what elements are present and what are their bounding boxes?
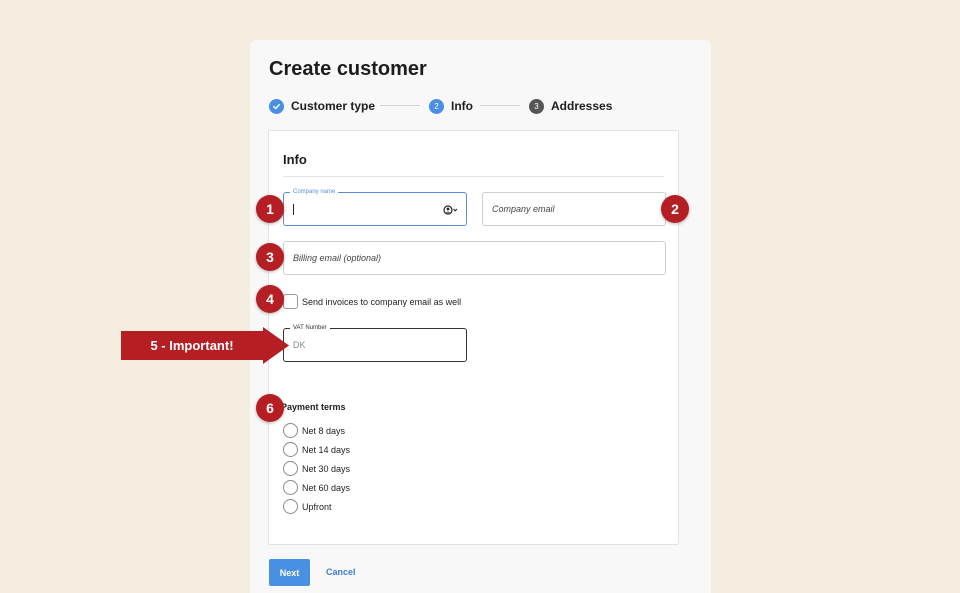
info-card: Info Company name Company email Billing … <box>268 130 679 545</box>
step-connector <box>380 105 420 106</box>
radio-button[interactable] <box>283 480 298 495</box>
billing-email-placeholder: Billing email (optional) <box>293 253 382 263</box>
vat-number-label: VAT Number <box>290 323 330 333</box>
payment-terms-title: Payment terms <box>281 402 346 412</box>
radio-button[interactable] <box>283 423 298 438</box>
payment-option-label: Net 60 days <box>302 482 351 493</box>
annotation-badge-6: 6 <box>256 394 284 422</box>
radio-button[interactable] <box>283 499 298 514</box>
divider <box>283 176 664 177</box>
payment-option-label: Upfront <box>302 501 332 512</box>
stepper: Customer type 2 Info 3 Addresses <box>269 98 689 114</box>
payment-option-label: Net 30 days <box>302 463 351 474</box>
send-invoices-option[interactable]: Send invoices to company email as well <box>283 294 461 309</box>
step-addresses[interactable]: 3 Addresses <box>529 98 612 114</box>
step-label: Addresses <box>551 99 613 113</box>
send-invoices-checkbox[interactable] <box>283 294 298 309</box>
step-label: Info <box>451 99 473 113</box>
step-customer-type[interactable]: Customer type <box>269 98 375 114</box>
step-number: 2 <box>429 98 444 114</box>
text-caret <box>293 204 294 215</box>
send-invoices-label: Send invoices to company email as well <box>302 296 462 307</box>
card-title: Info <box>283 152 307 167</box>
annotation-badge-3: 3 <box>256 243 284 271</box>
payment-option[interactable]: Net 30 days <box>283 461 350 476</box>
step-info[interactable]: 2 Info <box>429 98 473 114</box>
radio-button[interactable] <box>283 442 298 457</box>
payment-option[interactable]: Net 60 days <box>283 480 350 495</box>
payment-option-label: Net 8 days <box>302 425 346 436</box>
radio-button[interactable] <box>283 461 298 476</box>
cancel-button[interactable]: Cancel <box>326 559 356 586</box>
create-customer-modal: Create customer Customer type 2 Info 3 A… <box>250 40 711 593</box>
company-name-label: Company name <box>290 187 339 197</box>
payment-option[interactable]: Upfront <box>283 499 332 514</box>
company-name-field[interactable]: Company name <box>283 187 467 226</box>
next-button[interactable]: Next <box>269 559 310 586</box>
check-icon <box>269 98 284 114</box>
vat-number-field[interactable]: VAT Number DK <box>283 323 467 362</box>
vat-number-placeholder: DK <box>293 340 306 350</box>
step-label: Customer type <box>291 99 376 113</box>
step-connector <box>480 105 520 106</box>
annotation-badge-1: 1 <box>256 195 284 223</box>
banner-label: 5 - Important! <box>150 338 234 353</box>
annotation-badge-4: 4 <box>256 285 284 313</box>
step-number: 3 <box>529 98 544 114</box>
page-title: Create customer <box>269 58 427 80</box>
billing-email-field[interactable]: Billing email (optional) <box>283 241 666 275</box>
important-arrow-banner: 5 - Important! <box>121 327 289 364</box>
company-email-field[interactable]: Company email <box>482 192 666 226</box>
person-dropdown-icon[interactable] <box>443 203 458 215</box>
payment-option[interactable]: Net 14 days <box>283 442 350 457</box>
payment-option-label: Net 14 days <box>302 444 351 455</box>
payment-option[interactable]: Net 8 days <box>283 423 345 438</box>
company-email-placeholder: Company email <box>492 204 555 214</box>
annotation-badge-2: 2 <box>661 195 689 223</box>
